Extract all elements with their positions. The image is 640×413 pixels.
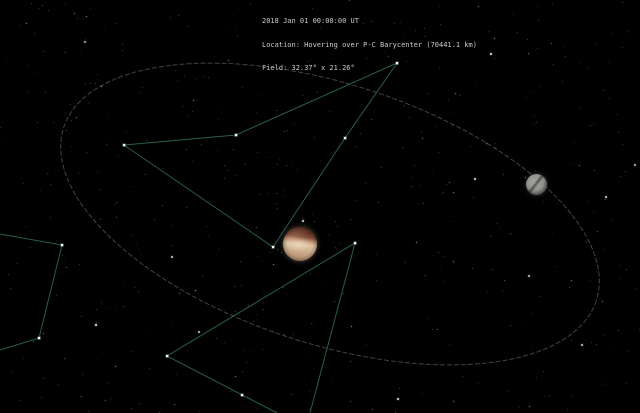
hud-datetime: 2018 Jan 01 00:00:00 UT [262, 16, 359, 25]
constellation-star [241, 394, 244, 397]
constellation-star [166, 355, 169, 358]
hud-field: Field: 32.37° x 21.26° [262, 64, 355, 73]
constellation-star [272, 246, 275, 249]
constellation-star [235, 134, 238, 137]
pluto[interactable] [283, 227, 317, 261]
constellation-star [61, 244, 64, 247]
charon[interactable] [525, 173, 547, 195]
constellation-star [38, 337, 41, 340]
hud-overlay: 2018 Jan 01 00:00:00 UT Location: Hoveri… [262, 2, 477, 89]
hud-location: Location: Hovering over P-C Barycenter (… [262, 40, 477, 49]
constellation-line-1 [165, 241, 356, 413]
sky-view[interactable]: 2018 Jan 01 00:00:00 UT Location: Hoveri… [0, 0, 640, 413]
constellation-star [354, 242, 357, 245]
constellation-line-2 [0, 233, 63, 351]
constellation-star [344, 137, 347, 140]
constellation-line-0 [123, 61, 399, 248]
constellation-star [123, 144, 126, 147]
